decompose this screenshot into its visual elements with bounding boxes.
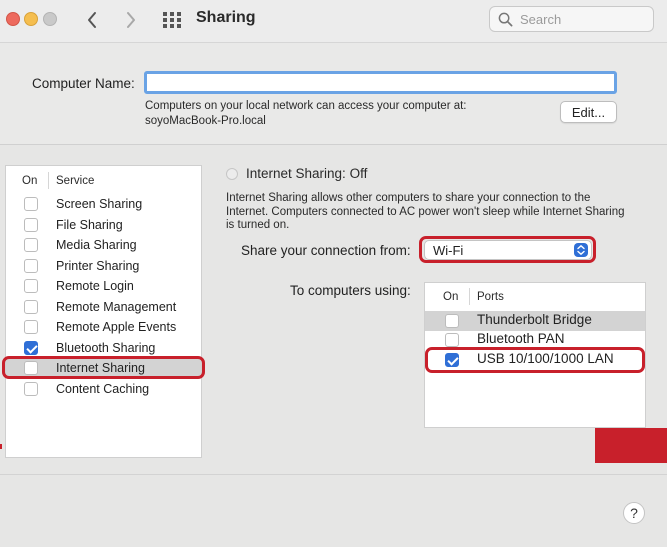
show-all-button[interactable]: [162, 10, 182, 30]
port-label: Bluetooth PAN: [477, 331, 565, 346]
red-annotation-mark: [0, 444, 2, 449]
internet-sharing-status: Internet Sharing: Off: [246, 166, 368, 181]
service-label: Media Sharing: [56, 238, 137, 252]
service-checkbox[interactable]: [24, 279, 38, 293]
share-from-select[interactable]: Wi-Fi: [424, 240, 592, 260]
search-field[interactable]: Search: [489, 6, 654, 32]
service-label: Printer Sharing: [56, 259, 140, 273]
service-row-bluetooth-sharing[interactable]: Bluetooth Sharing: [6, 338, 201, 358]
bottom-divider: [0, 474, 667, 475]
service-row-screen-sharing[interactable]: Screen Sharing: [6, 194, 201, 214]
ports-header-ports: Ports: [477, 291, 504, 303]
service-checkbox[interactable]: [24, 238, 38, 252]
service-checkbox[interactable]: [24, 218, 38, 232]
services-header-service: Service: [56, 175, 95, 187]
computer-address-note-line1: Computers on your local network can acce…: [145, 100, 467, 112]
search-placeholder: Search: [520, 12, 562, 27]
zoom-window-button[interactable]: [43, 12, 57, 26]
window-title: Sharing: [196, 9, 256, 26]
internet-sharing-status-indicator: [226, 168, 238, 180]
computer-address-note: Computers on your local network can acce…: [145, 99, 467, 128]
port-row-usb-lan[interactable]: USB 10/100/1000 LAN: [425, 350, 645, 370]
service-checkbox-checked[interactable]: [24, 341, 38, 355]
service-checkbox[interactable]: [24, 320, 38, 334]
port-label: Thunderbolt Bridge: [477, 312, 592, 327]
computer-name-section: [0, 43, 667, 145]
port-row-bluetooth-pan[interactable]: Bluetooth PAN: [425, 330, 645, 350]
search-icon: [498, 12, 513, 27]
chevron-right-icon: [127, 12, 135, 28]
to-computers-using-label: To computers using:: [290, 283, 411, 298]
service-checkbox[interactable]: [24, 361, 38, 375]
service-label: Content Caching: [56, 382, 150, 396]
share-from-label: Share your connection from:: [241, 243, 411, 258]
service-row-remote-login[interactable]: Remote Login: [6, 276, 201, 296]
forward-button[interactable]: [118, 8, 142, 32]
edit-button[interactable]: Edit...: [560, 101, 617, 123]
service-label: Remote Management: [56, 300, 177, 314]
port-row-thunderbolt-bridge[interactable]: Thunderbolt Bridge: [425, 311, 645, 331]
service-label: Remote Login: [56, 279, 134, 293]
back-button[interactable]: [81, 8, 105, 32]
red-annotation-block: [595, 428, 667, 463]
service-label: Screen Sharing: [56, 197, 143, 211]
service-label: Remote Apple Events: [56, 320, 177, 334]
ports-header-on: On: [443, 291, 459, 303]
chevron-left-icon: [88, 12, 96, 28]
computer-name-input[interactable]: [144, 71, 617, 94]
service-row-media-sharing[interactable]: Media Sharing: [6, 235, 201, 255]
service-checkbox[interactable]: [24, 197, 38, 211]
ports-header-divider: [469, 288, 470, 305]
service-checkbox[interactable]: [24, 300, 38, 314]
port-checkbox[interactable]: [445, 333, 459, 347]
computer-name-label: Computer Name:: [32, 76, 135, 91]
service-row-internet-sharing[interactable]: Internet Sharing: [6, 358, 201, 378]
share-from-value: Wi-Fi: [433, 243, 464, 258]
close-window-button[interactable]: [6, 12, 20, 26]
internet-sharing-description: Internet Sharing allows other computers …: [226, 192, 625, 231]
computer-address: soyoMacBook-Pro.local: [145, 114, 266, 127]
service-label: Bluetooth Sharing: [56, 341, 156, 355]
service-label: File Sharing: [56, 218, 123, 232]
port-checkbox[interactable]: [445, 314, 459, 328]
port-checkbox-checked[interactable]: [445, 353, 459, 367]
minimize-window-button[interactable]: [24, 12, 38, 26]
port-label: USB 10/100/1000 LAN: [477, 351, 614, 366]
services-header-divider: [48, 172, 49, 189]
service-row-file-sharing[interactable]: File Sharing: [6, 215, 201, 235]
service-row-content-caching[interactable]: Content Caching: [6, 379, 201, 399]
help-button[interactable]: ?: [623, 502, 645, 524]
service-checkbox[interactable]: [24, 259, 38, 273]
service-row-remote-apple-events[interactable]: Remote Apple Events: [6, 317, 201, 337]
service-row-printer-sharing[interactable]: Printer Sharing: [6, 256, 201, 276]
select-stepper-icon: [574, 243, 588, 257]
grid-icon: [163, 12, 181, 28]
services-header-on: On: [22, 175, 38, 187]
service-checkbox[interactable]: [24, 382, 38, 396]
service-row-remote-management[interactable]: Remote Management: [6, 297, 201, 317]
service-label: Internet Sharing: [56, 361, 145, 375]
